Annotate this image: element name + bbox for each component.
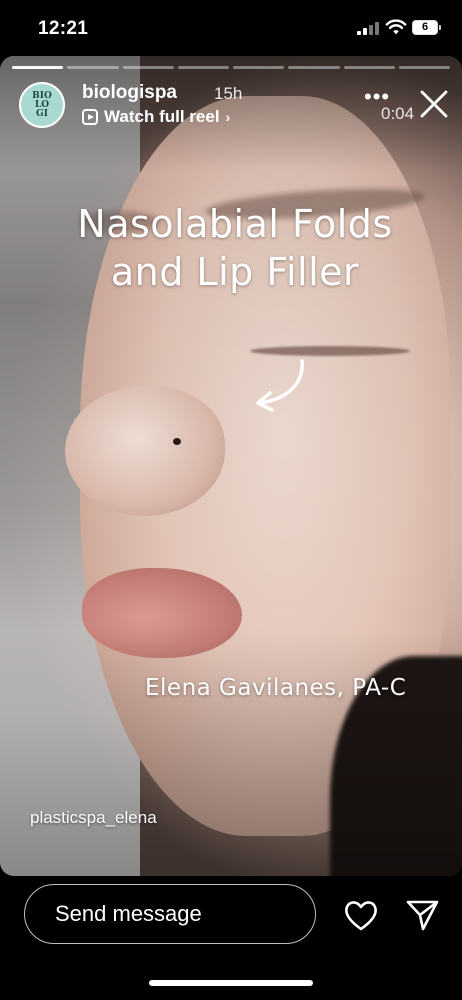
avatar-text: BIO LO GI xyxy=(32,90,52,119)
progress-segment xyxy=(67,66,119,69)
progress-segment xyxy=(398,66,450,69)
chevron-right-icon: › xyxy=(225,109,231,125)
curved-arrow-icon xyxy=(256,359,304,412)
send-icon[interactable] xyxy=(404,898,440,932)
progress-segment xyxy=(12,66,64,69)
progress-segment xyxy=(288,66,340,69)
profile-avatar[interactable]: BIO LO GI xyxy=(19,82,65,128)
home-indicator[interactable] xyxy=(149,980,313,986)
overlay-title-line-1: Nasolabial Folds xyxy=(77,202,393,246)
status-time: 12:21 xyxy=(38,18,89,39)
watch-full-reel-link[interactable]: Watch full reel › xyxy=(82,106,230,128)
progress-segment xyxy=(177,66,229,69)
story-overlay-title: Nasolabial Folds and Lip Filler xyxy=(40,200,430,296)
story-credit-text: Elena Gavilanes, PA-C xyxy=(145,675,407,701)
story-progress-bar xyxy=(12,66,450,69)
heart-icon[interactable] xyxy=(343,898,379,932)
progress-segment xyxy=(122,66,174,69)
battery-tip xyxy=(439,25,441,30)
cellular-signal-icon xyxy=(357,21,379,35)
progress-segment xyxy=(233,66,285,69)
overlay-title-line-2: and Lip Filler xyxy=(110,250,360,294)
username[interactable]: biologispa xyxy=(82,82,177,104)
story-gradient-overlay xyxy=(0,56,462,876)
video-timer: 0:04 xyxy=(381,104,415,123)
send-message-input[interactable]: Send message xyxy=(24,884,316,944)
wifi-icon xyxy=(385,19,407,35)
tagged-handle[interactable]: plasticspa_elena xyxy=(30,808,157,828)
more-icon[interactable]: ••• xyxy=(364,86,390,108)
progress-segment xyxy=(343,66,395,69)
posted-time: 15h xyxy=(214,84,243,103)
reel-icon xyxy=(82,109,98,125)
battery-icon: 6 xyxy=(412,20,438,35)
status-bar: 12:21 6 xyxy=(0,0,462,56)
close-icon[interactable] xyxy=(418,88,450,120)
story-media[interactable] xyxy=(0,56,462,876)
watch-full-reel-label: Watch full reel xyxy=(104,107,220,126)
